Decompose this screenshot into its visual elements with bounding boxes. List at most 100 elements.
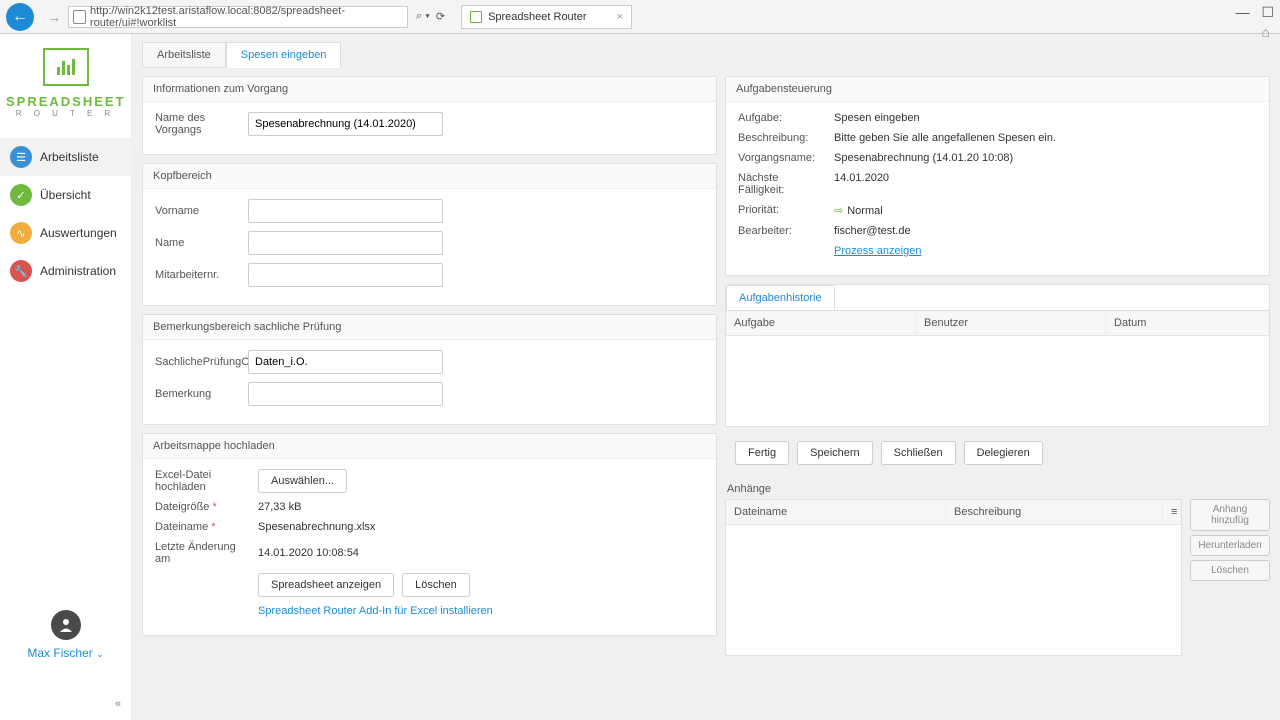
col-aufgabe: Aufgabe [726, 311, 916, 335]
logo-title: SPREADSHEET [6, 94, 126, 109]
input-mitarbeiternr[interactable] [248, 263, 443, 287]
label-aufgabe: Aufgabe: [738, 112, 826, 124]
fertig-button[interactable]: Fertig [735, 441, 789, 465]
label-sachliche-pruefung: SachlichePrüfungOK [155, 356, 240, 368]
show-spreadsheet-button[interactable]: Spreadsheet anzeigen [258, 573, 394, 597]
label-bearbeiter: Bearbeiter: [738, 225, 826, 237]
avatar-icon [51, 610, 81, 640]
forward-button[interactable]: → [44, 7, 64, 27]
panel-header: Kopfbereich [143, 164, 716, 189]
close-tab-icon[interactable]: × [617, 11, 623, 23]
panel-task-control: Aufgabensteuerung Aufgabe: Spesen eingebe… [725, 76, 1270, 276]
check-icon: ✓ [10, 184, 32, 206]
value-beschreibung: Bitte geben Sie alle angefallenen Spesen… [834, 132, 1056, 144]
panel-header: Informationen zum Vorgang [143, 77, 716, 102]
download-attachment-button[interactable]: Herunterladen [1190, 535, 1270, 556]
sidebar: SPREADSHEET R O U T E R ☰ Arbeitsliste ✓… [0, 34, 132, 720]
logo-subtitle: R O U T E R [6, 109, 125, 118]
home-icon[interactable]: ⌂ [1262, 24, 1270, 40]
tab-title: Spreadsheet Router [488, 11, 586, 23]
list-icon: ☰ [10, 146, 32, 168]
speichern-button[interactable]: Speichern [797, 441, 873, 465]
label-excel-upload: Excel-Datei hochladen [155, 469, 250, 493]
input-vorname[interactable] [248, 199, 443, 223]
attachments-body [726, 525, 1181, 655]
sidebar-item-arbeitsliste[interactable]: ☰ Arbeitsliste [0, 138, 131, 176]
sidebar-item-auswertungen[interactable]: ∿ Auswertungen [0, 214, 131, 252]
sidebar-item-label: Administration [40, 264, 116, 278]
panel-bemerkung: Bemerkungsbereich sachliche Prüfung Sach… [142, 314, 717, 425]
panel-header: Arbeitsmappe hochladen [143, 434, 716, 459]
tab-spesen-eingeben[interactable]: Spesen eingeben [226, 42, 342, 68]
value-dateigroesse: 27,33 kB [258, 501, 301, 513]
url-text: http://win2k12test.aristaflow.local:8082… [90, 5, 403, 29]
refresh-icon[interactable]: ⟳ [436, 10, 445, 23]
user-block[interactable]: Max Fischer ⌄ [0, 590, 131, 720]
minimize-icon[interactable]: — [1235, 4, 1249, 21]
logo-icon [43, 48, 89, 86]
schliessen-button[interactable]: Schließen [881, 441, 956, 465]
history-header: Aufgabe Benutzer Datum [726, 311, 1269, 336]
panel-header: Bemerkungsbereich sachliche Prüfung [143, 315, 716, 340]
address-bar[interactable]: http://win2k12test.aristaflow.local:8082… [68, 6, 408, 28]
sidebar-item-label: Übersicht [40, 188, 91, 202]
chevron-down-icon: ⌄ [96, 649, 104, 659]
sidebar-item-label: Auswertungen [40, 226, 117, 240]
panel-header: Aufgabensteuerung [726, 77, 1269, 102]
show-process-link[interactable]: Prozess anzeigen [834, 245, 921, 257]
history-body [726, 336, 1269, 426]
col-beschreibung: Beschreibung [946, 500, 1163, 524]
install-addin-link[interactable]: Spreadsheet Router Add-In für Excel inst… [258, 605, 493, 617]
input-name[interactable] [248, 231, 443, 255]
panel-upload: Arbeitsmappe hochladen Excel-Datei hochl… [142, 433, 717, 636]
logo: SPREADSHEET R O U T E R [0, 34, 131, 138]
tab-history[interactable]: Aufgabenhistorie [726, 285, 835, 310]
value-aufgabe: Spesen eingeben [834, 112, 920, 124]
value-bearbeiter: fischer@test.de [834, 225, 911, 237]
tab-arbeitsliste[interactable]: Arbeitsliste [142, 42, 226, 68]
label-faelligkeit: Nächste Fälligkeit: [738, 172, 826, 196]
main-tabs: Arbeitsliste Spesen eingeben [142, 42, 1270, 68]
value-vorgangsname: Spesenabrechnung (14.01.20 10:08) [834, 152, 1013, 164]
label-dateiname: Dateiname [155, 521, 250, 533]
panel-history: Aufgabenhistorie Aufgabe Benutzer Datum [725, 284, 1270, 427]
label-mitarbeiternr: Mitarbeiternr. [155, 269, 240, 281]
browser-toolbar: ← → http://win2k12test.aristaflow.local:… [0, 0, 1280, 34]
label-name: Name [155, 237, 240, 249]
col-datum: Datum [1106, 311, 1269, 335]
sidebar-item-label: Arbeitsliste [40, 150, 99, 164]
col-dateiname: Dateiname [726, 500, 946, 524]
label-bemerkung: Bemerkung [155, 388, 240, 400]
search-refresh[interactable]: ⌕ ▾ ⟳ [416, 10, 445, 23]
choose-file-button[interactable]: Auswählen... [258, 469, 347, 493]
collapse-icon[interactable]: « [115, 698, 121, 710]
value-letzte-aenderung: 14.01.2020 10:08:54 [258, 547, 359, 559]
globe-icon [73, 10, 86, 24]
grid-menu-icon[interactable]: ≡ [1163, 500, 1181, 524]
back-button[interactable]: ← [6, 3, 34, 31]
delete-attachment-button[interactable]: Löschen [1190, 560, 1270, 581]
value-dateiname: Spesenabrechnung.xlsx [258, 521, 375, 533]
panel-header: Anhänge [725, 479, 1270, 499]
label-prioritaet: Priorität: [738, 204, 826, 217]
browser-tab[interactable]: Spreadsheet Router × [461, 5, 632, 29]
col-benutzer: Benutzer [916, 311, 1106, 335]
value-prioritaet: Normal [847, 205, 882, 217]
label-vorname: Vorname [155, 205, 240, 217]
sidebar-item-administration[interactable]: 🔧 Administration [0, 252, 131, 290]
input-bemerkung[interactable] [248, 382, 443, 406]
chart-icon: ∿ [10, 222, 32, 244]
delete-file-button[interactable]: Löschen [402, 573, 470, 597]
input-sachliche-pruefung[interactable] [248, 350, 443, 374]
label-vorgangsname: Vorgangsname: [738, 152, 826, 164]
delegieren-button[interactable]: Delegieren [964, 441, 1043, 465]
label-beschreibung: Beschreibung: [738, 132, 826, 144]
panel-attachments: Anhänge Dateiname Beschreibung ≡ Anhang … [725, 479, 1270, 656]
value-faelligkeit: 14.01.2020 [834, 172, 889, 196]
sidebar-item-uebersicht[interactable]: ✓ Übersicht [0, 176, 131, 214]
add-attachment-button[interactable]: Anhang hinzufüg [1190, 499, 1270, 531]
label-dateigroesse: Dateigröße [155, 501, 250, 513]
maximize-icon[interactable]: ☐ [1261, 4, 1274, 21]
priority-icon: ⇨ [834, 205, 843, 217]
input-vorgangsname[interactable] [248, 112, 443, 136]
